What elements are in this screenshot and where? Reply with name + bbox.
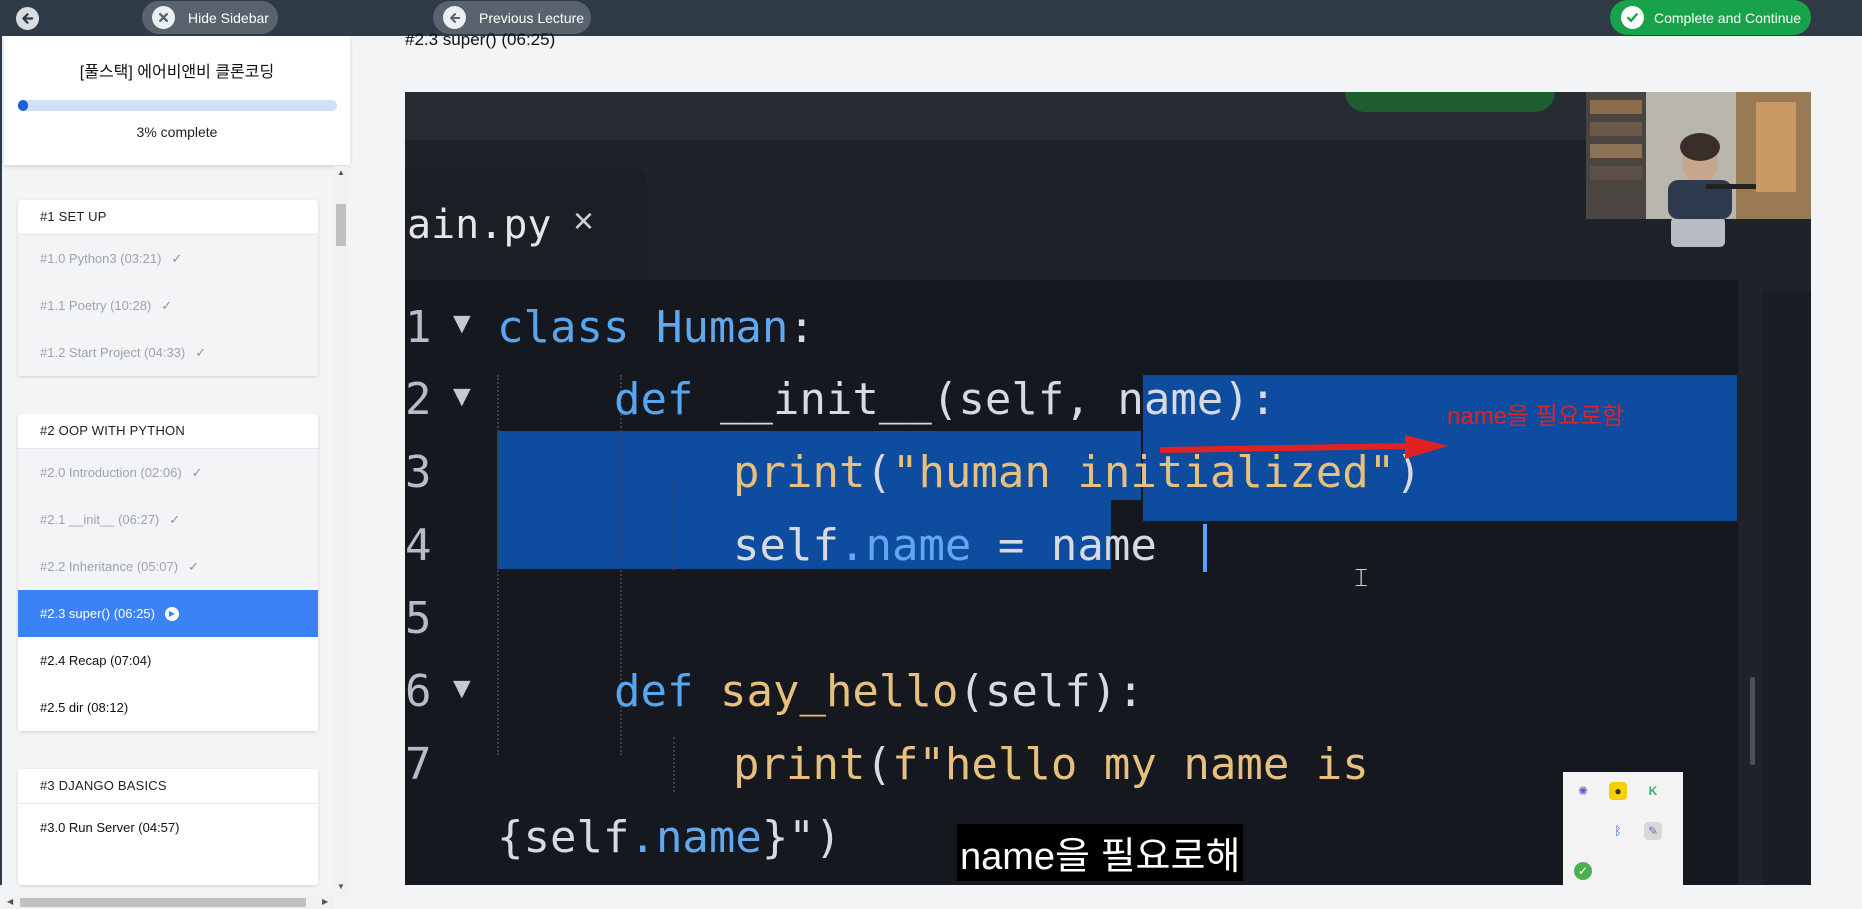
lecture-label: #2.4 Recap (07:04) [40,653,152,668]
check-icon: ✓ [195,344,207,360]
sidebar-vertical-scrollbar[interactable]: ▲ ▼ [334,166,348,895]
lecture-label: #2.5 dir (08:12) [40,700,129,715]
section-title: #1 SET UP [18,200,318,235]
lecture-item[interactable]: #1.0 Python3 (03:21) ✓ [18,235,318,282]
lecture-item-current[interactable]: #2.3 super() (06:25) ▶ [18,590,318,637]
check-icon: ✓ [169,511,181,527]
course-header: [풀스택] 에어비앤비 클론코딩 3% complete [4,36,350,165]
bluetooth-icon[interactable]: ᛒ [1609,822,1627,840]
section-title: #3 DJANGO BASICS [18,769,318,804]
code-line-7-wrap: {self.name}") [497,812,842,863]
code-line-7: print(f"hello my name is [733,739,1369,790]
scrollbar-thumb[interactable] [336,204,346,246]
close-icon: × [573,200,595,241]
check-icon [1621,6,1644,29]
line-number: 7 [405,739,432,790]
arrow-left-icon [443,6,466,29]
lecture-item[interactable]: #2.5 dir (08:12) [18,684,318,731]
indent-guide [673,482,675,570]
annotation-text: name을 필요로함 [1447,403,1625,430]
webcam-overlay [1586,92,1811,219]
lecture-label: #2.2 Inheritance (05:07) [40,559,179,574]
section-oop-with-python: #2 OOP WITH PYTHON #2.0 Introduction (02… [18,414,318,731]
previous-lecture-label: Previous Lecture [479,9,585,26]
lecture-label: #1.2 Start Project (04:33) [40,345,186,360]
back-button[interactable] [16,7,39,30]
scroll-up-icon[interactable]: ▲ [337,168,345,177]
app-icon-green[interactable]: K [1644,782,1662,800]
check-icon: ✓ [161,297,173,313]
code-line-6: def say_hello(self): [614,666,1144,717]
fold-arrow-icon: ▼ [447,380,477,413]
section-django-basics: #3 DJANGO BASICS #3.0 Run Server (04:57) [18,769,318,885]
section-title: #2 OOP WITH PYTHON [18,414,318,449]
video-green-shape [1345,92,1555,112]
section-set-up: #1 SET UP #1.0 Python3 (03:21) ✓ #1.1 Poe… [18,200,318,376]
complete-and-continue-label: Complete and Continue [1654,9,1802,26]
scroll-down-icon[interactable]: ▼ [337,882,345,891]
lecture-label: #2.0 Introduction (02:06) [40,465,182,480]
sidebar-horizontal-scrollbar[interactable]: ◀ ▶ [4,895,334,909]
code-editor [405,280,1738,885]
code-line-1: class Human: [497,302,815,353]
menu-icon [1671,217,1725,247]
close-icon [152,6,175,29]
complete-and-continue-button[interactable]: Complete and Continue [1610,0,1811,35]
line-number: 2 [405,374,432,425]
lecture-label: #2.3 super() (06:25) [40,606,155,621]
progress-fill [18,100,28,111]
chat-icon[interactable]: ● [1609,782,1627,800]
lecture-item[interactable]: #2.1 __init__ (06:27) ✓ [18,496,318,543]
annotation-arrow [1160,435,1448,459]
lecture-label: #2.1 __init__ (06:27) [40,512,160,527]
editor-side-pane [1762,292,1811,885]
scrollbar-thumb[interactable] [20,898,306,907]
lecture-label: #1.0 Python3 (03:21) [40,251,162,266]
course-title: [풀스택] 에어비앤비 클론코딩 [79,64,275,81]
lecture-label: #1.1 Poetry (10:28) [40,298,152,313]
lecture-title: #2.3 super() (06:25) [405,30,556,49]
webcam-image [1586,92,1811,219]
pen-icon[interactable]: ✎ [1644,822,1662,840]
app-icon-purple[interactable]: ✺ [1574,782,1592,800]
line-number: 6 [405,666,432,717]
editor-scrollbar [1750,677,1755,765]
play-icon: ▶ [164,606,179,621]
hide-sidebar-label: Hide Sidebar [188,9,269,26]
fold-arrow-icon: ▼ [447,307,477,340]
security-icon[interactable]: ✓ [1574,862,1592,880]
check-icon: ✓ [191,464,203,480]
hide-sidebar-button[interactable]: Hide Sidebar [142,1,278,34]
progress-bar [18,100,337,111]
top-bar: Hide Sidebar Previous Lecture Complete a… [0,0,1862,36]
progress-label: 3% complete [136,124,218,140]
text-cursor [1203,524,1207,572]
indent-guide [673,737,675,792]
code-line-2: def __init__(self, name): [614,374,1277,425]
lecture-item[interactable]: #2.4 Recap (07:04) [18,637,318,684]
indent-guide [497,375,499,755]
fold-arrow-icon: ▼ [447,672,477,705]
scroll-left-icon[interactable]: ◀ [7,897,13,906]
check-icon: ✓ [188,558,199,574]
text-cursor-icon: 𝙸 [1352,562,1371,592]
lecture-item[interactable]: #2.0 Introduction (02:06) ✓ [18,449,318,496]
editor-tab-filename: ain.py [407,202,552,248]
subtitle-caption: name을 필요로해 [957,824,1244,881]
line-number: 5 [405,593,432,644]
lecture-label: #3.0 Run Server (04:57) [40,820,180,835]
system-tray-popup: ✺ ● K ᛒ ✎ ✓ [1563,772,1683,885]
lecture-item[interactable]: #1.1 Poetry (10:28) ✓ [18,282,318,329]
scroll-right-icon[interactable]: ▶ [322,897,328,906]
lecture-item[interactable]: #2.2 Inheritance (05:07) ✓ [18,543,318,590]
line-number: 1 [405,302,432,353]
arrow-left-icon [22,13,34,24]
line-number: 4 [405,520,432,571]
check-icon: ✓ [171,250,183,266]
lecture-item[interactable]: #1.2 Start Project (04:33) ✓ [18,329,318,376]
course-sidebar: [풀스택] 에어비앤비 클론코딩 3% complete #1 SET UP #… [0,36,350,909]
lecture-item[interactable]: #3.0 Run Server (04:57) [18,804,318,851]
code-line-4: self.name = name [733,520,1157,571]
line-number: 3 [405,447,432,498]
